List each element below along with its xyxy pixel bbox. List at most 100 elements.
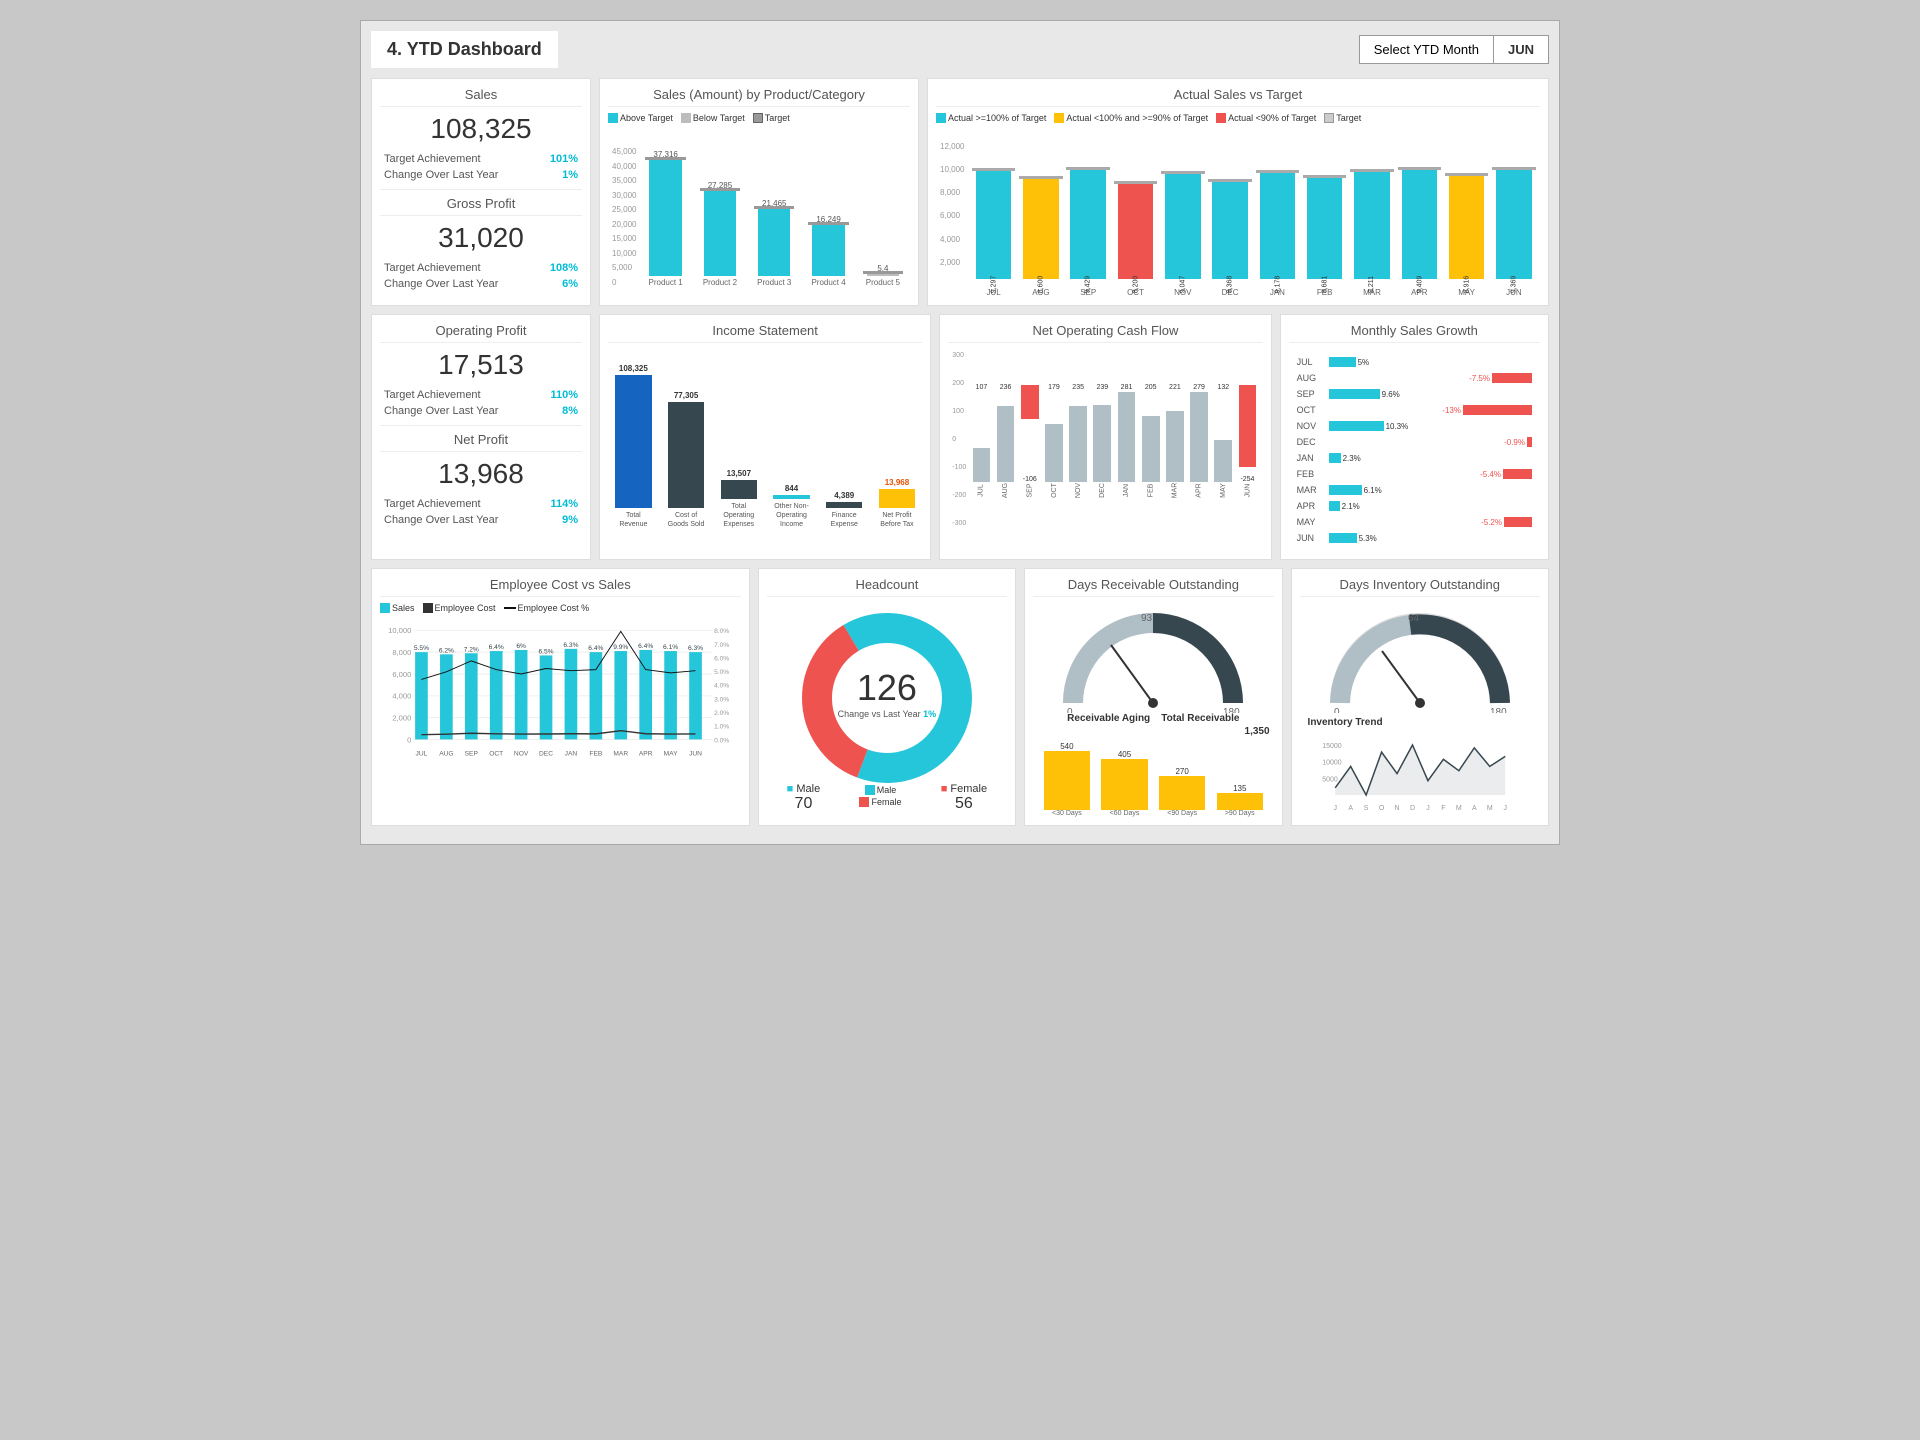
hc-donut-container: 126 Change vs Last Year 1%	[767, 603, 1007, 783]
svg-text:3.0%: 3.0%	[714, 696, 729, 703]
mg-row-NOV: NOV 10.3%	[1297, 419, 1532, 433]
ytd-value: JUN	[1494, 35, 1549, 64]
gp-change-row: Change Over Last Year 6%	[380, 276, 582, 292]
monthly-growth-card: Monthly Sales Growth JUL 5% AUG -7.5% SE…	[1280, 314, 1549, 560]
svg-text:OCT: OCT	[489, 751, 503, 758]
headcount-card: Headcount 126 Change vs Last Year 1%	[758, 568, 1016, 826]
avt-title: Actual Sales vs Target	[936, 87, 1540, 107]
svg-text:DEC: DEC	[539, 751, 553, 758]
mg-row-AUG: AUG -7.5%	[1297, 371, 1532, 385]
cf-bar-JUL: 107 JUL	[970, 352, 992, 527]
svg-text:6.3%: 6.3%	[688, 645, 703, 652]
sbp-bar-group-3: 16,249 Product 4	[805, 147, 851, 287]
sales-target-pct: 101%	[550, 153, 578, 165]
svg-text:10000: 10000	[1322, 760, 1342, 767]
ytd-month-button[interactable]: Select YTD Month	[1359, 35, 1494, 64]
ec-svg: 02,0004,0006,0008,00010,0000.0%1.0%2.0%3…	[380, 617, 741, 767]
dio-card: Days Inventory Outstanding 0 64 180 Inve…	[1291, 568, 1549, 826]
np-title: Net Profit	[380, 432, 582, 452]
mg-row-JUN: JUN 5.3%	[1297, 531, 1532, 545]
sales-value: 108,325	[380, 113, 582, 145]
svg-text:6.4%: 6.4%	[489, 644, 504, 651]
avt-bar-DEC: 8,368 DEC	[1208, 142, 1252, 297]
ec-chart: 02,0004,0006,0008,00010,0000.0%1.0%2.0%3…	[380, 617, 741, 777]
svg-text:6.4%: 6.4%	[638, 643, 653, 650]
sales-by-product-card: Sales (Amount) by Product/Category Above…	[599, 78, 919, 306]
mg-row-MAY: MAY -5.2%	[1297, 515, 1532, 529]
svg-text:9.9%: 9.9%	[613, 644, 628, 651]
gp-change-label: Change Over Last Year	[384, 278, 498, 290]
cf-bar-NOV: 235 NOV	[1067, 352, 1089, 527]
gp-target-pct: 108%	[550, 262, 578, 274]
row-2: Operating Profit 17,513 Target Achieveme…	[371, 314, 1549, 560]
avt-bar-JAN: 9,178 JAN	[1255, 142, 1299, 297]
ec-legend: Sales Employee Cost Employee Cost %	[380, 603, 741, 613]
dio-trend-title: Inventory Trend	[1308, 717, 1540, 728]
top-bar: 4. YTD Dashboard Select YTD Month JUN	[371, 31, 1549, 68]
dro-title: Days Receivable Outstanding	[1033, 577, 1273, 597]
cash-flow-card: Net Operating Cash Flow 3002001000-100-2…	[939, 314, 1271, 560]
kpi-panel-op-np: Operating Profit 17,513 Target Achieveme…	[371, 314, 591, 560]
np-change-pct: 9%	[562, 514, 578, 526]
inc-bar-5: 13,968 Net ProfitBefore Tax	[876, 364, 919, 529]
hc-male-label: ■ Male 70	[787, 783, 821, 813]
op-change-label: Change Over Last Year	[384, 405, 498, 417]
svg-text:1.0%: 1.0%	[714, 724, 729, 731]
svg-text:JUN: JUN	[689, 751, 702, 758]
gp-target-row: Target Achievement 108%	[380, 260, 582, 276]
avt-bar-JUN: 9,369 JUN	[1492, 142, 1536, 297]
svg-text:M: M	[1486, 805, 1492, 810]
svg-text:0: 0	[407, 735, 411, 744]
svg-text:NOV: NOV	[514, 751, 529, 758]
inc-bar-3: 844 Other Non-OperatingIncome	[770, 364, 813, 529]
legend-above: Above Target	[608, 113, 673, 123]
svg-text:0: 0	[1334, 707, 1340, 713]
dro-aging-bars: 540 <30 Days 405 <60 Days 270 <90 Days 1…	[1033, 737, 1273, 817]
svg-text:6%: 6%	[516, 643, 526, 650]
hc-labels: ■ Male 70 Male Female ■ Female 56	[767, 783, 1007, 813]
avt-bar-APR: 9,409 APR	[1397, 142, 1441, 297]
mg-title: Monthly Sales Growth	[1289, 323, 1540, 343]
svg-text:J: J	[1426, 805, 1430, 810]
svg-text:5.0%: 5.0%	[714, 669, 729, 676]
svg-text:5000: 5000	[1322, 776, 1338, 783]
legend-target: Target	[753, 113, 790, 123]
mg-row-SEP: SEP 9.6%	[1297, 387, 1532, 401]
sbp-bars: 37,316 Product 1 27,285 Product 2 21,465…	[642, 147, 906, 287]
dio-title: Days Inventory Outstanding	[1300, 577, 1540, 597]
np-target-label: Target Achievement	[384, 498, 481, 510]
svg-text:J: J	[1333, 805, 1337, 810]
avt-bar-JUL: 9,297 JUL	[971, 142, 1015, 297]
cf-bar-AUG: 236 AUG	[994, 352, 1016, 527]
mg-chart: JUL 5% AUG -7.5% SEP 9.6% OCT -13% NOV 1…	[1289, 349, 1540, 551]
above-target-dot	[608, 113, 618, 123]
sales-change-pct: 1%	[562, 169, 578, 181]
mg-row-OCT: OCT -13%	[1297, 403, 1532, 417]
legend-target-label: Target	[765, 113, 790, 123]
svg-text:JUL: JUL	[416, 751, 428, 758]
dro-card: Days Receivable Outstanding 0 93 180	[1024, 568, 1282, 826]
svg-text:N: N	[1394, 805, 1399, 810]
income-statement-card: Income Statement 108,325 TotalRevenue 77…	[599, 314, 931, 560]
hc-change-label: Change vs Last Year 1%	[838, 709, 937, 719]
inc-bar-4: 4,389 FinanceExpense	[823, 364, 866, 529]
avt-bar-OCT: 8,200 OCT	[1113, 142, 1157, 297]
inv-trend-svg: 15000100005000JASONDJFMAMJ	[1308, 730, 1532, 810]
ec-pct-dot	[504, 607, 516, 609]
gp-change-pct: 6%	[562, 278, 578, 290]
inc-chart: 108,325 TotalRevenue 77,305 Cost ofGoods…	[608, 349, 922, 529]
actual-vs-target-card: Actual Sales vs Target Actual >=100% of …	[927, 78, 1549, 306]
cf-bar-JAN: 281 JAN	[1115, 352, 1137, 527]
svg-text:15000: 15000	[1322, 743, 1342, 750]
svg-text:APR: APR	[639, 751, 653, 758]
legend-below: Below Target	[681, 113, 745, 123]
dro-bar-1: 405 <60 Days	[1099, 742, 1151, 817]
inc-bar-1: 77,305 Cost ofGoods Sold	[665, 364, 708, 529]
kpi-panel-sales-gp: Sales 108,325 Target Achievement 101% Ch…	[371, 78, 591, 306]
op-title: Operating Profit	[380, 323, 582, 343]
cf-chart: 3002001000-100-200-300 107 JUL 236 AUG -…	[948, 349, 1262, 529]
cf-bar-MAY: 132 MAY	[1212, 352, 1234, 527]
svg-text:AUG: AUG	[439, 751, 453, 758]
svg-text:0.0%: 0.0%	[714, 737, 729, 744]
svg-text:4.0%: 4.0%	[714, 683, 729, 690]
